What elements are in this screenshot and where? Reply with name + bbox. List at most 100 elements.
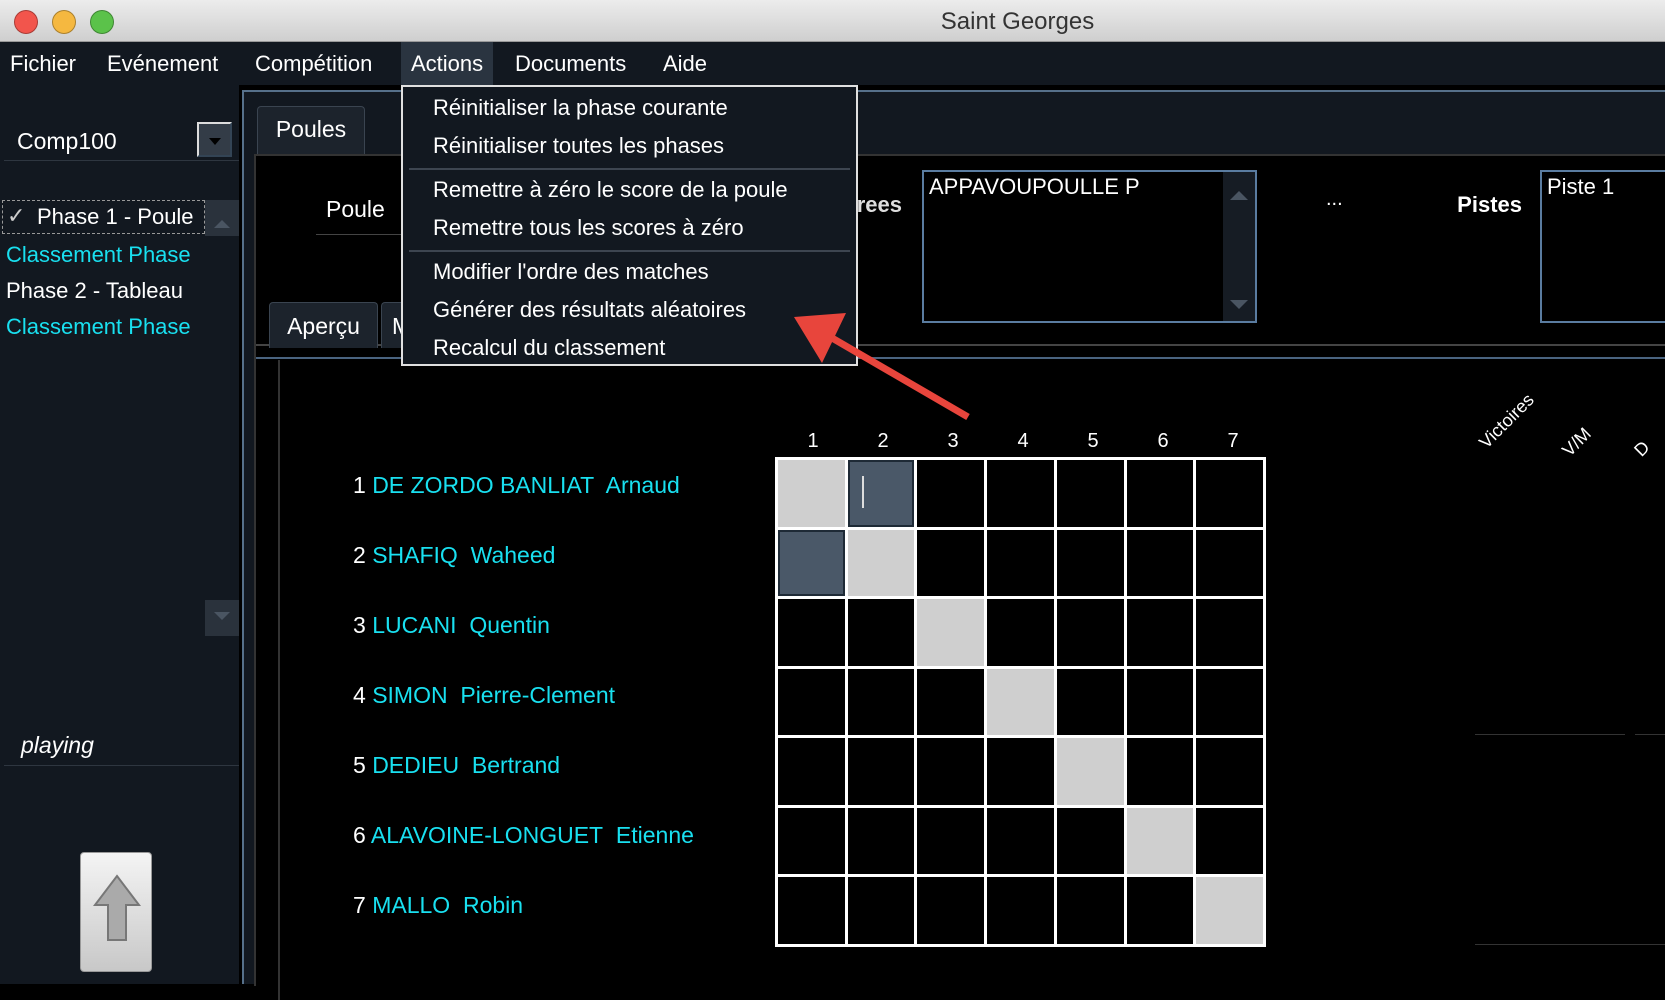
fencer-row[interactable]: 7 MALLO Robin <box>353 892 523 919</box>
score-cell[interactable] <box>1056 599 1124 666</box>
score-cell[interactable] <box>987 877 1054 944</box>
score-cell[interactable] <box>917 529 985 597</box>
score-cell[interactable] <box>1056 668 1124 736</box>
tab-poules[interactable]: Poules <box>257 106 365 156</box>
score-cell[interactable] <box>1196 807 1263 875</box>
score-cell[interactable] <box>1126 877 1194 944</box>
column-header: 7 <box>1227 430 1239 452</box>
column-header: 3 <box>947 430 959 452</box>
fencer-row[interactable]: 3 LUCANI Quentin <box>353 612 550 639</box>
phase-item-4[interactable]: Classement Phase <box>6 314 206 340</box>
score-cell[interactable] <box>987 807 1054 875</box>
menu-item-reset-pool-score[interactable]: Remettre à zéro le score de la poule <box>433 177 788 203</box>
menu-item-recalculate-ranking[interactable]: Recalcul du classement <box>433 335 665 361</box>
cell-diagonal <box>847 529 915 597</box>
pool-score-grid <box>775 457 1266 947</box>
score-cell[interactable] <box>987 529 1054 597</box>
phase-item-1[interactable]: ✓ Phase 1 - Poule <box>2 200 205 234</box>
column-header: 2 <box>877 430 889 452</box>
phase-item-2[interactable]: Classement Phase <box>6 242 206 268</box>
score-cell[interactable] <box>1056 877 1124 944</box>
score-cell[interactable] <box>917 668 985 736</box>
fencer-surname: ALAVOINE-LONGUET <box>370 822 604 848</box>
menu-item-reset-all-scores[interactable]: Remettre tous les scores à zéro <box>433 215 744 241</box>
phase-item-3[interactable]: Phase 2 - Tableau <box>6 278 206 304</box>
score-cell[interactable] <box>847 460 915 527</box>
sidebar: Comp100 ✓ Phase 1 - Poule Classement Pha… <box>0 85 239 984</box>
menu-documents[interactable]: Documents <box>505 42 636 85</box>
score-cell[interactable] <box>987 460 1054 527</box>
score-cell[interactable] <box>987 738 1054 805</box>
fencer-row[interactable]: 1 DE ZORDO BANLIAT Arnaud <box>353 472 680 499</box>
score-cell[interactable] <box>778 807 845 875</box>
score-cell[interactable] <box>1196 738 1263 805</box>
score-cell[interactable] <box>1126 599 1194 666</box>
score-cell[interactable] <box>847 599 915 666</box>
referees-list[interactable]: APPAVOUPOULLE P <box>922 170 1257 323</box>
tab-apercu[interactable]: Aperçu <box>269 302 378 348</box>
score-cell[interactable] <box>1056 807 1124 875</box>
score-cell[interactable] <box>778 599 845 666</box>
score-cell[interactable] <box>1056 460 1124 527</box>
fencer-surname: SHAFIQ <box>372 542 458 568</box>
chevron-down-icon <box>209 138 221 151</box>
menu-item-generate-random-results[interactable]: Générer des résultats aléatoires <box>433 297 746 323</box>
menu-separator <box>409 168 850 170</box>
score-cell[interactable] <box>1196 599 1263 666</box>
score-cell[interactable] <box>917 807 985 875</box>
score-cell[interactable] <box>987 599 1054 666</box>
menu-item-reset-current-phase[interactable]: Réinitialiser la phase courante <box>433 95 728 121</box>
fencer-row[interactable]: 6 ALAVOINE-LONGUET Etienne <box>353 822 694 849</box>
menu-aide[interactable]: Aide <box>653 42 717 85</box>
fencer-row[interactable]: 4 SIMON Pierre-Clement <box>353 682 615 709</box>
fencer-number: 7 <box>353 892 366 918</box>
fencer-number: 2 <box>353 542 366 568</box>
score-cell[interactable] <box>847 877 915 944</box>
fencer-surname: MALLO <box>372 892 451 918</box>
score-cell[interactable] <box>1126 668 1194 736</box>
referee-item[interactable]: APPAVOUPOULLE P <box>929 174 1140 200</box>
fencer-row[interactable]: 2 SHAFIQ Waheed <box>353 542 555 569</box>
upload-button[interactable] <box>80 852 152 972</box>
fencer-number: 4 <box>353 682 366 708</box>
score-cell[interactable] <box>847 738 915 805</box>
menu-item-reset-all-phases[interactable]: Réinitialiser toutes les phases <box>433 133 724 159</box>
title-bar: Saint Georges <box>0 0 1665 42</box>
cell-diagonal <box>1126 807 1194 875</box>
score-cell[interactable] <box>778 877 845 944</box>
menu-item-modify-match-order[interactable]: Modifier l'ordre des matches <box>433 259 709 285</box>
score-cell[interactable] <box>1126 529 1194 597</box>
score-cell[interactable] <box>1126 738 1194 805</box>
score-cell[interactable] <box>778 738 845 805</box>
menu-actions[interactable]: Actions <box>401 42 494 85</box>
fencer-firstname: Etienne <box>615 822 694 848</box>
score-cell[interactable] <box>1126 460 1194 527</box>
score-cell[interactable] <box>847 807 915 875</box>
menu-fichier[interactable]: Fichier <box>0 42 86 85</box>
referees-scrollbar[interactable] <box>1223 172 1255 321</box>
pistes-list[interactable]: Piste 1 <box>1540 170 1665 323</box>
pistes-label: Pistes <box>1457 192 1522 217</box>
menu-separator <box>409 250 850 252</box>
referees-more-button[interactable]: ... <box>1326 188 1343 211</box>
column-header: 6 <box>1157 430 1169 452</box>
score-cell[interactable] <box>847 668 915 736</box>
score-cell[interactable] <box>917 877 985 944</box>
scroll-down-button[interactable] <box>205 600 239 636</box>
menu-evenement[interactable]: Evénement <box>97 42 228 85</box>
fencer-firstname: Quentin <box>469 612 550 638</box>
score-cell[interactable] <box>778 529 845 597</box>
competition-dropdown[interactable] <box>197 122 232 157</box>
score-cell[interactable] <box>1196 668 1263 736</box>
score-cell[interactable] <box>1196 529 1263 597</box>
fencer-row[interactable]: 5 DEDIEU Bertrand <box>353 752 560 779</box>
score-cell[interactable] <box>1196 460 1263 527</box>
score-cell[interactable] <box>1056 529 1124 597</box>
score-cell[interactable] <box>917 738 985 805</box>
scroll-up-button[interactable] <box>205 200 239 236</box>
piste-item[interactable]: Piste 1 <box>1547 174 1614 200</box>
score-cell[interactable] <box>917 460 985 527</box>
menu-competition[interactable]: Compétition <box>245 42 382 85</box>
window-title: Saint Georges <box>940 8 1095 35</box>
score-cell[interactable] <box>778 668 845 736</box>
